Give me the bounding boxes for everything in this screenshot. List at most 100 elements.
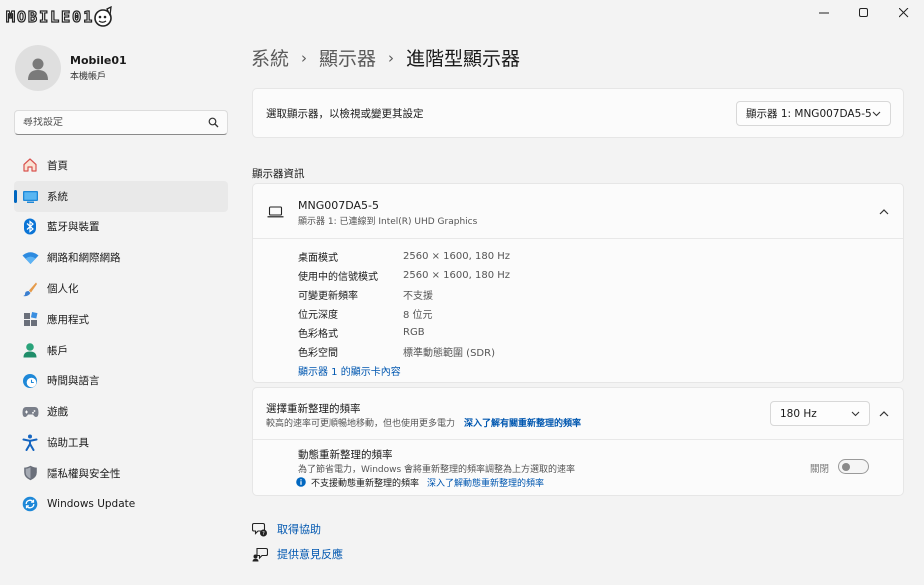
info-row-variable-refresh: 可變更新頻率 不支援 bbox=[298, 285, 510, 304]
feedback-label: 提供意見反應 bbox=[277, 548, 343, 561]
breadcrumb-display[interactable]: 顯示器 bbox=[319, 44, 376, 71]
sidebar-item-label: 藍牙與裝置 bbox=[47, 221, 100, 234]
gaming-icon bbox=[21, 403, 39, 421]
display-select-dropdown[interactable]: 顯示器 1: MNG007DA5-5 bbox=[736, 101, 891, 126]
info-value: 不支援 bbox=[403, 291, 433, 302]
bluetooth-icon bbox=[21, 218, 39, 236]
select-display-label: 選取顯示器，以檢視或變更其設定 bbox=[266, 107, 424, 120]
info-value: 2560 × 1600, 180 Hz bbox=[403, 270, 511, 281]
mobile01-logo: MOBILE01 bbox=[5, 4, 114, 30]
chevron-up-icon[interactable] bbox=[879, 209, 889, 215]
info-label: 可變更新頻率 bbox=[298, 291, 358, 302]
adapter-properties-link[interactable]: 顯示器 1 的顯示卡內容 bbox=[298, 363, 401, 378]
laptop-icon bbox=[267, 206, 284, 218]
info-label: 位元深度 bbox=[298, 310, 338, 321]
network-icon bbox=[21, 249, 39, 267]
sidebar-item-apps[interactable]: 應用程式 bbox=[14, 304, 228, 335]
sidebar-item-system[interactable]: 系統 bbox=[14, 180, 228, 212]
user-profile[interactable]: Mobile01 本機帳戶 bbox=[15, 45, 127, 91]
sidebar-item-accessibility[interactable]: 協助工具 bbox=[14, 427, 228, 458]
display-connection: 顯示器 1: 已連線到 Intel(R) UHD Graphics bbox=[298, 217, 478, 227]
accessibility-icon bbox=[21, 434, 39, 452]
sidebar-item-home[interactable]: 首頁 bbox=[14, 150, 228, 181]
search-icon[interactable] bbox=[208, 117, 219, 128]
chevron-down-icon bbox=[872, 111, 881, 116]
sidebar-item-privacy-security[interactable]: 隱私權與安全性 bbox=[14, 458, 228, 489]
dynamic-refresh-unsupported: 不支援動態重新整理的頻率 bbox=[311, 479, 420, 489]
sidebar-item-time-language[interactable]: 時間與語言 bbox=[14, 366, 228, 397]
sidebar-item-label: 帳戶 bbox=[47, 344, 68, 357]
adapter-properties-row: 顯示器 1 的顯示卡內容 bbox=[298, 361, 510, 380]
maximize-button[interactable] bbox=[844, 0, 884, 26]
sidebar-item-label: 應用程式 bbox=[47, 313, 89, 326]
sidebar-item-windows-update[interactable]: Windows Update bbox=[14, 489, 228, 520]
title-bar: MOBILE01 bbox=[0, 0, 924, 30]
sidebar-item-label: 首頁 bbox=[47, 159, 68, 172]
sidebar-item-personalization[interactable]: 個人化 bbox=[14, 273, 228, 304]
search-input[interactable] bbox=[23, 117, 208, 128]
display-info-section-title: 顯示器資訊 bbox=[252, 168, 305, 180]
dynamic-refresh-toggle[interactable] bbox=[838, 459, 869, 474]
info-row-active-signal-mode: 使用中的信號模式 2560 × 1600, 180 Hz bbox=[298, 266, 510, 285]
display-select-value: 顯示器 1: MNG007DA5-5 bbox=[746, 108, 872, 120]
dynamic-refresh-title: 動態重新整理的頻率 bbox=[298, 449, 393, 461]
page-title: 進階型顯示器 bbox=[406, 48, 521, 70]
account-icon bbox=[21, 341, 39, 359]
sidebar-item-label: 網路和網際網路 bbox=[47, 252, 121, 265]
info-label: 使用中的信號模式 bbox=[298, 272, 378, 283]
refresh-rate-card: 選擇重新整理的頻率 較高的速率可更順暢地移動，但也使用更多電力 深入了解有關重新… bbox=[252, 387, 904, 496]
sidebar-nav: 首頁 系統 藍牙與裝置 網路和網際網路 個人化 應用程式 帳戶 時間與語言 遊戲… bbox=[14, 150, 228, 520]
display-name: MNG007DA5-5 bbox=[298, 199, 380, 212]
info-row-color-space: 色彩空間 標準動態範圍 (SDR) bbox=[298, 342, 510, 361]
get-help-link[interactable]: ? 取得協助 bbox=[252, 521, 321, 537]
info-label: 色彩格式 bbox=[298, 329, 338, 340]
user-avatar-icon bbox=[28, 58, 48, 80]
sidebar-item-label: 隱私權與安全性 bbox=[47, 467, 121, 480]
help-chat-icon: ? bbox=[252, 522, 267, 537]
display-info-header[interactable]: MNG007DA5-5 顯示器 1: 已連線到 Intel(R) UHD Gra… bbox=[253, 184, 903, 239]
refresh-rate-dropdown[interactable]: 180 Hz bbox=[770, 401, 870, 426]
breadcrumb-system[interactable]: 系統 bbox=[251, 44, 289, 71]
display-info-card: MNG007DA5-5 顯示器 1: 已連線到 Intel(R) UHD Gra… bbox=[252, 183, 904, 383]
shield-icon bbox=[21, 464, 39, 482]
windows-update-icon bbox=[21, 495, 39, 513]
minimize-button[interactable] bbox=[804, 0, 844, 26]
dynamic-refresh-learn-more-link[interactable]: 深入了解動態重新整理的頻率 bbox=[427, 476, 544, 489]
minimize-icon bbox=[819, 12, 829, 14]
avatar bbox=[15, 45, 61, 91]
info-value: 2560 × 1600, 180 Hz bbox=[403, 251, 511, 262]
sidebar-item-label: 遊戲 bbox=[47, 406, 68, 419]
info-row-color-format: 色彩格式 RGB bbox=[298, 323, 510, 342]
dynamic-refresh-description: 為了節省電力，Windows 會將重新整理的頻率調整為上方選取的速率 bbox=[298, 465, 576, 475]
close-icon bbox=[899, 8, 909, 18]
info-icon bbox=[296, 477, 306, 487]
breadcrumb-chevron-icon: › bbox=[301, 48, 308, 67]
logo-text: MOBILE01 bbox=[5, 7, 95, 26]
sidebar-item-gaming[interactable]: 遊戲 bbox=[14, 396, 228, 427]
display-info-list: 桌面模式 2560 × 1600, 180 Hz 使用中的信號模式 2560 ×… bbox=[298, 247, 510, 380]
maximize-icon bbox=[859, 8, 868, 17]
search-box[interactable] bbox=[14, 110, 228, 135]
refresh-rate-value: 180 Hz bbox=[780, 407, 817, 420]
info-label: 色彩空間 bbox=[298, 348, 338, 359]
sidebar-item-label: 系統 bbox=[47, 190, 68, 203]
close-button[interactable] bbox=[884, 0, 924, 26]
sidebar-item-label: Windows Update bbox=[47, 498, 136, 511]
profile-account-type: 本機帳戶 bbox=[70, 72, 107, 82]
sidebar-item-bluetooth[interactable]: 藍牙與裝置 bbox=[14, 212, 228, 243]
refresh-rate-header: 選擇重新整理的頻率 較高的速率可更順暢地移動，但也使用更多電力 深入了解有關重新… bbox=[253, 388, 903, 440]
chevron-up-icon[interactable] bbox=[879, 411, 889, 417]
time-language-icon bbox=[21, 372, 39, 390]
refresh-rate-description: 較高的速率可更順暢地移動，但也使用更多電力 bbox=[266, 419, 456, 429]
info-value: RGB bbox=[403, 327, 425, 338]
sidebar-item-network[interactable]: 網路和網際網路 bbox=[14, 242, 228, 273]
dynamic-refresh-section: 動態重新整理的頻率 為了節省電力，Windows 會將重新整理的頻率調整為上方選… bbox=[253, 440, 903, 497]
sidebar-item-accounts[interactable]: 帳戶 bbox=[14, 335, 228, 366]
logo-badge-icon bbox=[94, 6, 113, 27]
refresh-rate-learn-more-link[interactable]: 深入了解有關重新整理的頻率 bbox=[464, 416, 581, 429]
dynamic-refresh-toggle-label: 關閉 bbox=[809, 464, 829, 475]
home-icon bbox=[21, 156, 39, 174]
feedback-link[interactable]: 提供意見反應 bbox=[252, 546, 343, 562]
sidebar-item-label: 時間與語言 bbox=[47, 375, 100, 388]
system-icon bbox=[21, 187, 39, 205]
